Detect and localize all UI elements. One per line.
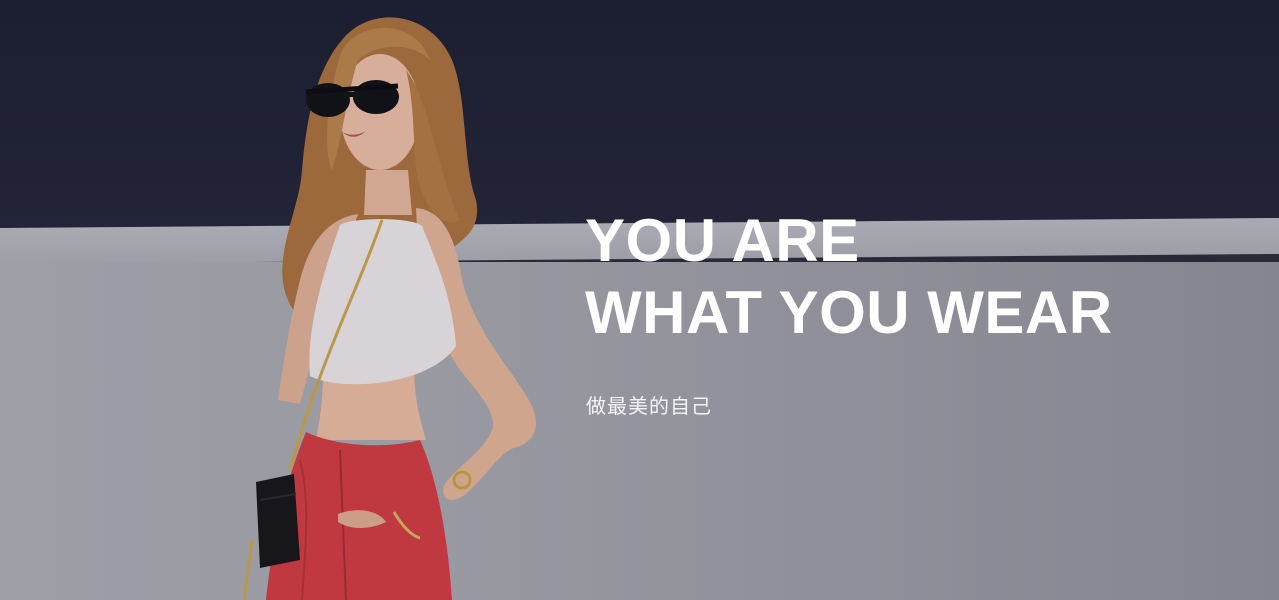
hero-headline: YOU ARE WHAT YOU WEAR: [585, 205, 1113, 349]
headline-line-2: WHAT YOU WEAR: [585, 279, 1113, 346]
hero-subtitle: 做最美的自己: [586, 394, 712, 418]
headline-line-1: YOU ARE: [585, 207, 860, 274]
hero-banner: YOU ARE WHAT YOU WEAR 做最美的自己: [0, 0, 1279, 600]
